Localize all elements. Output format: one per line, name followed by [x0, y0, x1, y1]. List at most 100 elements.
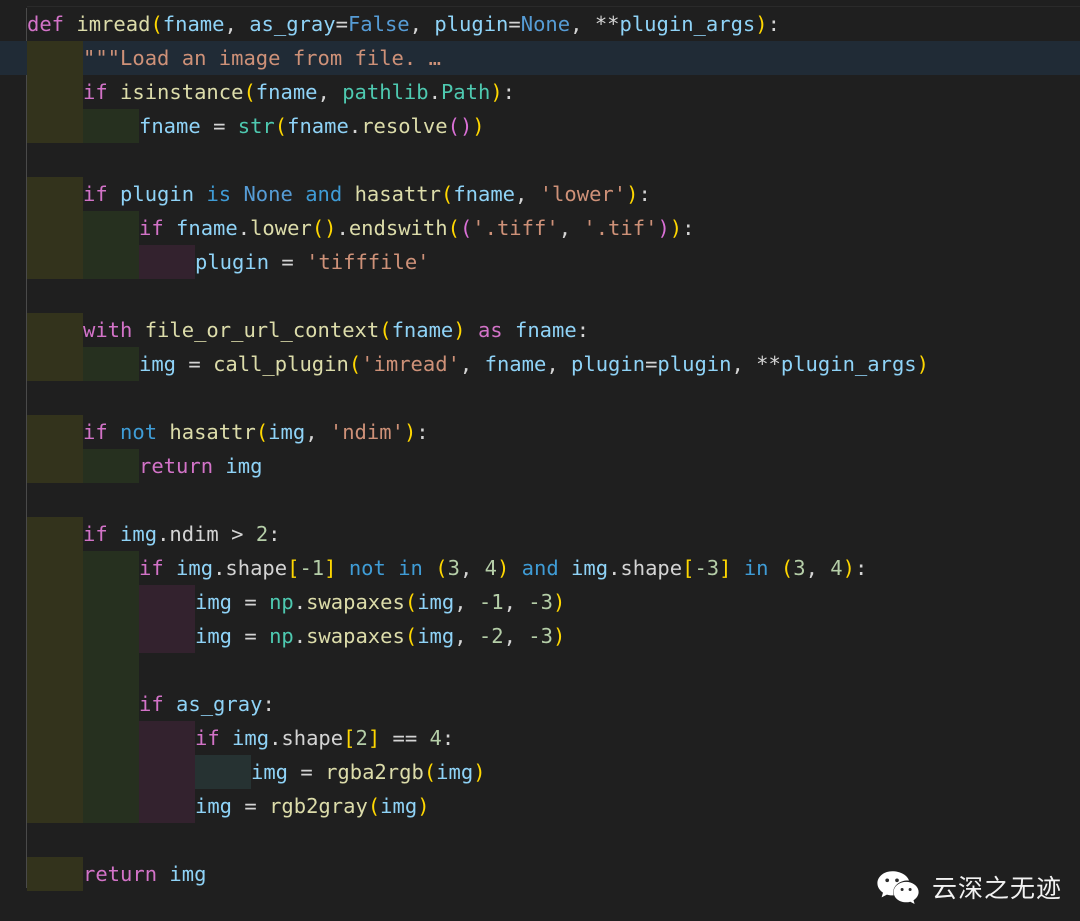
code-line-text: img = call_plugin('imread', fname, plugi… — [139, 347, 929, 381]
code-token: img — [251, 760, 301, 784]
code-token: . — [213, 556, 226, 580]
indent-guide — [83, 653, 139, 687]
code-token: = — [300, 760, 326, 784]
code-token: plugin_args — [780, 352, 917, 376]
code-line[interactable]: if fname.lower().endswith(('.tiff', '.ti… — [0, 211, 1080, 245]
code-token: = — [645, 352, 658, 376]
code-token: ) — [417, 794, 430, 818]
code-token: : — [262, 692, 275, 716]
code-token: ( — [404, 590, 418, 614]
code-content[interactable]: def imread(fname, as_gray=False, plugin=… — [0, 0, 1080, 921]
code-token: 4 — [484, 556, 497, 580]
code-line[interactable] — [0, 653, 1080, 687]
code-line[interactable]: if img.shape[2] == 4: — [0, 721, 1080, 755]
code-line[interactable] — [0, 483, 1080, 517]
code-token: fname — [453, 182, 516, 206]
code-token: ) — [459, 114, 473, 138]
code-line[interactable]: plugin = 'tifffile' — [0, 245, 1080, 279]
code-line[interactable]: """Load an image from file. … — [0, 41, 1080, 75]
code-token: plugin — [195, 250, 282, 274]
code-line[interactable]: img = call_plugin('imread', fname, plugi… — [0, 347, 1080, 381]
code-token: ( — [150, 12, 163, 36]
code-token: , — [305, 420, 330, 444]
code-token: = — [244, 624, 270, 648]
code-token: , — [454, 590, 479, 614]
code-line-text: if isinstance(fname, pathlib.Path): — [83, 75, 515, 109]
code-line[interactable]: if isinstance(fname, pathlib.Path): — [0, 75, 1080, 109]
code-token: 3 — [793, 556, 806, 580]
code-token: resolve — [361, 114, 448, 138]
code-token: img — [417, 624, 455, 648]
code-token: . — [293, 590, 307, 614]
code-line[interactable]: img = rgba2rgb(img) — [0, 755, 1080, 789]
code-token: ( — [255, 420, 269, 444]
indent-guide — [27, 449, 83, 483]
code-token: ( — [367, 794, 381, 818]
code-line[interactable] — [0, 381, 1080, 415]
code-token: , — [546, 352, 572, 376]
code-token: """Load an image from file. … — [83, 46, 441, 70]
indent-guide — [195, 755, 251, 789]
code-token: ( — [404, 624, 418, 648]
code-token: as_gray — [249, 12, 336, 36]
code-token: ( — [447, 216, 460, 240]
code-editor[interactable]: › def imread(fname, as_gray=False, plugi… — [0, 0, 1080, 921]
code-line[interactable] — [0, 823, 1080, 857]
code-token: as — [465, 318, 515, 342]
code-line[interactable]: return img — [0, 449, 1080, 483]
code-line[interactable]: if as_gray: — [0, 687, 1080, 721]
code-line[interactable] — [0, 279, 1080, 313]
code-token: : — [441, 726, 455, 750]
code-token: ( — [447, 114, 460, 138]
code-line[interactable]: if plugin is None and hasattr(fname, 'lo… — [0, 177, 1080, 211]
code-token: ) — [324, 216, 337, 240]
indent-guide — [27, 653, 83, 687]
code-line[interactable]: img = np.swapaxes(img, -2, -3) — [0, 619, 1080, 653]
code-token: fname — [484, 352, 547, 376]
code-token: if — [83, 182, 121, 206]
code-token: swapaxes — [306, 590, 405, 614]
code-line-text: if img.shape[-1] not in (3, 4) and img.s… — [139, 551, 867, 585]
code-token: call_plugin — [213, 352, 349, 376]
code-line[interactable]: fname = str(fname.resolve()) — [0, 109, 1080, 143]
code-token: if — [83, 420, 121, 444]
code-token: 'tifffile' — [306, 250, 430, 274]
code-token: False — [347, 12, 410, 36]
code-line[interactable]: if img.ndim > 2: — [0, 517, 1080, 551]
code-line[interactable]: img = rgb2gray(img) — [0, 789, 1080, 823]
code-token: fname — [287, 114, 349, 138]
code-token: , — [317, 80, 343, 104]
code-token: . — [608, 556, 621, 580]
code-token: '.tiff' — [472, 216, 559, 240]
code-line[interactable]: def imread(fname, as_gray=False, plugin=… — [0, 7, 1080, 41]
code-token: , — [503, 590, 529, 614]
code-line[interactable]: img = np.swapaxes(img, -1, -3) — [0, 585, 1080, 619]
indent-guide — [83, 449, 139, 483]
indent-guide — [139, 619, 195, 653]
indent-guide — [27, 857, 83, 891]
code-token: img — [232, 726, 270, 750]
code-token: if — [139, 556, 177, 580]
code-line-text: plugin = 'tifffile' — [195, 245, 430, 279]
indent-guide — [83, 687, 139, 721]
indent-guide — [27, 755, 83, 789]
code-token: shape — [281, 726, 344, 750]
code-line-text: if plugin is None and hasattr(fname, 'lo… — [83, 177, 651, 211]
code-token: img — [195, 590, 245, 614]
code-line[interactable]: with file_or_url_context(fname) as fname… — [0, 313, 1080, 347]
code-line[interactable] — [0, 143, 1080, 177]
code-token: -2 — [478, 624, 504, 648]
code-token: img — [380, 794, 418, 818]
code-line[interactable]: if not hasattr(img, 'ndim'): — [0, 415, 1080, 449]
code-token: = — [188, 352, 214, 376]
code-line-text: if img.ndim > 2: — [83, 517, 281, 551]
code-token: . — [348, 114, 362, 138]
code-token: ** — [594, 12, 620, 36]
indent-guide — [83, 619, 139, 653]
code-line-text: img = rgb2gray(img) — [195, 789, 430, 823]
code-token: img — [176, 556, 214, 580]
code-line[interactable]: if img.shape[-1] not in (3, 4) and img.s… — [0, 551, 1080, 585]
code-line-text: fname = str(fname.resolve()) — [139, 109, 485, 143]
code-token: if — [83, 522, 121, 546]
code-token: : — [682, 216, 695, 240]
